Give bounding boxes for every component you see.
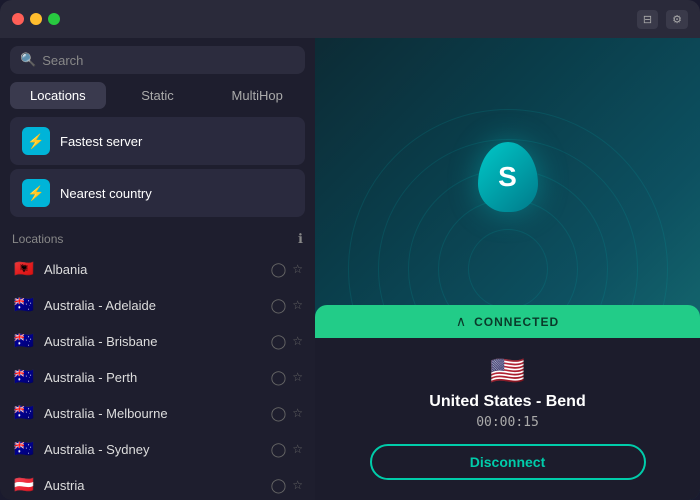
- flag-aus-sydney: 🇦🇺: [12, 440, 36, 458]
- location-name-aus-perth: Australia - Perth: [44, 370, 263, 385]
- connected-tab[interactable]: ∧ CONNECTED: [315, 305, 700, 338]
- connected-status-label: CONNECTED: [474, 315, 559, 329]
- star-icon-albania[interactable]: ☆: [292, 262, 303, 276]
- quick-options: ⚡ Fastest server ⚡ Nearest country: [0, 117, 315, 223]
- location-item-austria[interactable]: 🇦🇹 Austria ◯ ☆: [6, 467, 309, 500]
- search-input-wrap: 🔍: [10, 46, 305, 74]
- connected-panel: ∧ CONNECTED 🇺🇸 United States - Bend 00:0…: [315, 305, 700, 500]
- star-icon-austria[interactable]: ☆: [292, 478, 303, 492]
- flag-austria: 🇦🇹: [12, 476, 36, 494]
- logo-container: S: [478, 142, 538, 212]
- nearest-icon: ⚡: [22, 179, 50, 207]
- tab-locations[interactable]: Locations: [10, 82, 106, 109]
- star-icon-aus-melbourne[interactable]: ☆: [292, 406, 303, 420]
- nearest-country-label: Nearest country: [60, 186, 152, 201]
- maximize-button[interactable]: [48, 13, 60, 25]
- flag-albania: 🇦🇱: [12, 260, 36, 278]
- star-icon-aus-perth[interactable]: ☆: [292, 370, 303, 384]
- main-layout: 🔍 Locations Static MultiHop ⚡ Fastest se…: [0, 38, 700, 500]
- search-icon: 🔍: [20, 52, 36, 68]
- flag-aus-brisbane: 🇦🇺: [12, 332, 36, 350]
- minimize-button[interactable]: [30, 13, 42, 25]
- location-item-aus-sydney[interactable]: 🇦🇺 Australia - Sydney ◯ ☆: [6, 431, 309, 467]
- location-name-aus-sydney: Australia - Sydney: [44, 442, 263, 457]
- disconnect-button[interactable]: Disconnect: [370, 444, 646, 480]
- title-bar-icons: ⊟ ⚙: [637, 10, 688, 29]
- signal-icon-aus-perth: ◯: [271, 369, 287, 386]
- connected-flag: 🇺🇸: [335, 354, 680, 387]
- connected-content: 🇺🇸 United States - Bend 00:00:15 Disconn…: [315, 338, 700, 500]
- location-name-aus-adelaide: Australia - Adelaide: [44, 298, 263, 313]
- location-actions-albania: ◯ ☆: [271, 261, 303, 278]
- fastest-server-option[interactable]: ⚡ Fastest server: [10, 117, 305, 165]
- info-icon[interactable]: ℹ: [298, 231, 303, 247]
- app-window: ⊟ ⚙ 🔍 Locations Static MultiHop: [0, 0, 700, 500]
- flag-aus-adelaide: 🇦🇺: [12, 296, 36, 314]
- signal-icon-aus-melbourne: ◯: [271, 405, 287, 422]
- signal-icon-aus-brisbane: ◯: [271, 333, 287, 350]
- location-name-albania: Albania: [44, 262, 263, 277]
- connected-time: 00:00:15: [335, 415, 680, 430]
- search-bar: 🔍: [0, 38, 315, 82]
- search-input[interactable]: [42, 53, 295, 68]
- location-item-aus-perth[interactable]: 🇦🇺 Australia - Perth ◯ ☆: [6, 359, 309, 395]
- window-icon-1[interactable]: ⊟: [637, 10, 658, 29]
- location-actions-aus-melbourne: ◯ ☆: [271, 405, 303, 422]
- star-icon-aus-brisbane[interactable]: ☆: [292, 334, 303, 348]
- signal-icon-albania: ◯: [271, 261, 287, 278]
- flag-aus-perth: 🇦🇺: [12, 368, 36, 386]
- fastest-icon: ⚡: [22, 127, 50, 155]
- location-item-aus-melbourne[interactable]: 🇦🇺 Australia - Melbourne ◯ ☆: [6, 395, 309, 431]
- tabs: Locations Static MultiHop: [0, 82, 315, 117]
- location-item-aus-brisbane[interactable]: 🇦🇺 Australia - Brisbane ◯ ☆: [6, 323, 309, 359]
- signal-icon-aus-adelaide: ◯: [271, 297, 287, 314]
- signal-icon-austria: ◯: [271, 477, 287, 494]
- traffic-lights: [12, 13, 60, 25]
- location-actions-austria: ◯ ☆: [271, 477, 303, 494]
- surfshark-logo: S: [478, 142, 538, 212]
- right-panel: S ∧ CONNECTED 🇺🇸 United States - Bend 00…: [315, 38, 700, 500]
- star-icon-aus-sydney[interactable]: ☆: [292, 442, 303, 456]
- location-name-aus-brisbane: Australia - Brisbane: [44, 334, 263, 349]
- location-actions-aus-adelaide: ◯ ☆: [271, 297, 303, 314]
- location-name-aus-melbourne: Australia - Melbourne: [44, 406, 263, 421]
- close-button[interactable]: [12, 13, 24, 25]
- location-actions-aus-brisbane: ◯ ☆: [271, 333, 303, 350]
- tab-multihop[interactable]: MultiHop: [209, 82, 305, 109]
- sidebar: 🔍 Locations Static MultiHop ⚡ Fastest se…: [0, 38, 315, 500]
- location-item-aus-adelaide[interactable]: 🇦🇺 Australia - Adelaide ◯ ☆: [6, 287, 309, 323]
- signal-icon-aus-sydney: ◯: [271, 441, 287, 458]
- location-list: 🇦🇱 Albania ◯ ☆ 🇦🇺 Australia - Adelaide ◯…: [0, 251, 315, 500]
- nearest-country-option[interactable]: ⚡ Nearest country: [10, 169, 305, 217]
- fastest-server-label: Fastest server: [60, 134, 142, 149]
- chevron-up-icon: ∧: [456, 313, 466, 330]
- locations-header: Locations ℹ: [0, 223, 315, 251]
- star-icon-aus-adelaide[interactable]: ☆: [292, 298, 303, 312]
- location-actions-aus-perth: ◯ ☆: [271, 369, 303, 386]
- title-bar: ⊟ ⚙: [0, 0, 700, 38]
- tab-static[interactable]: Static: [110, 82, 206, 109]
- location-actions-aus-sydney: ◯ ☆: [271, 441, 303, 458]
- flag-aus-melbourne: 🇦🇺: [12, 404, 36, 422]
- settings-icon[interactable]: ⚙: [666, 10, 688, 29]
- location-item-albania[interactable]: 🇦🇱 Albania ◯ ☆: [6, 251, 309, 287]
- locations-section-label: Locations: [12, 232, 63, 246]
- location-name-austria: Austria: [44, 478, 263, 493]
- connected-server-name: United States - Bend: [335, 393, 680, 411]
